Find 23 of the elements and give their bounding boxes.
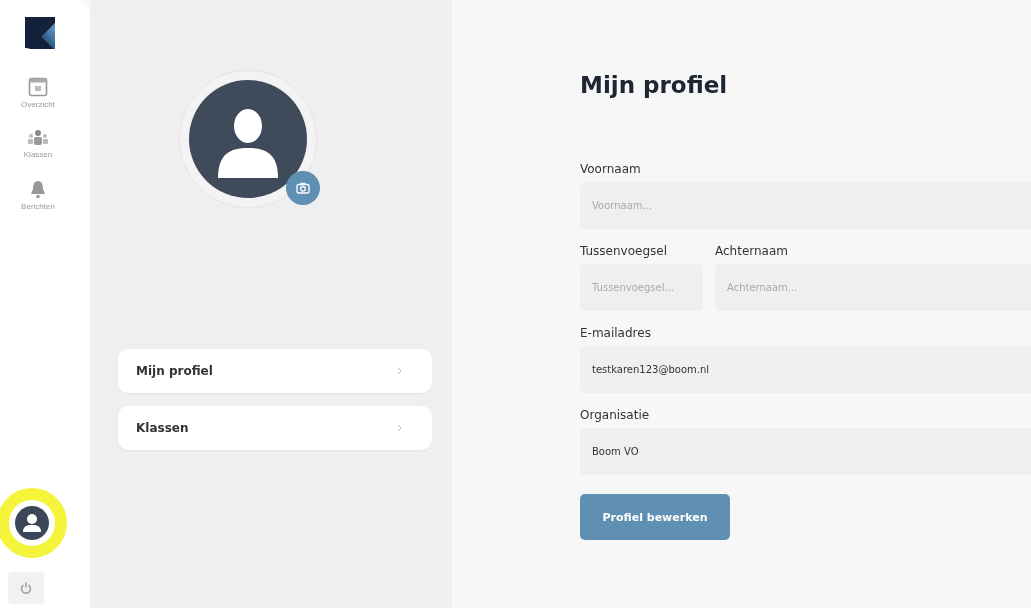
account-icon[interactable] — [15, 506, 49, 540]
menu-item[interactable]: Klassen — [118, 406, 432, 450]
page-title: Mijn profiel — [580, 72, 729, 98]
power-icon — [20, 582, 32, 594]
field-label: Tussenvoegsel — [580, 244, 669, 258]
group-icon — [27, 129, 49, 147]
field-label: E-mailadres — [580, 326, 652, 340]
field-label: Voornaam — [580, 162, 642, 176]
chevron-right-icon — [397, 424, 402, 432]
input-field[interactable]: testkaren123@boom.nl — [580, 346, 1031, 393]
field-label: Organisatie — [580, 408, 651, 422]
field-label: Achternaam — [715, 244, 789, 258]
camera-icon — [296, 182, 310, 194]
chevron-right-icon — [397, 367, 402, 375]
input-field[interactable]: Boom VO — [580, 428, 1031, 475]
menu-item[interactable]: Mijn profiel — [118, 349, 432, 393]
input-field[interactable]: Voornaam... — [580, 182, 1031, 229]
logo-icon — [25, 17, 55, 49]
camera-button[interactable] — [286, 171, 320, 205]
input-field[interactable]: Achternaam... — [715, 264, 1031, 311]
input-field[interactable]: Tussenvoegsel... — [580, 264, 703, 311]
bell-icon — [28, 179, 48, 199]
calendar-icon — [28, 77, 48, 97]
